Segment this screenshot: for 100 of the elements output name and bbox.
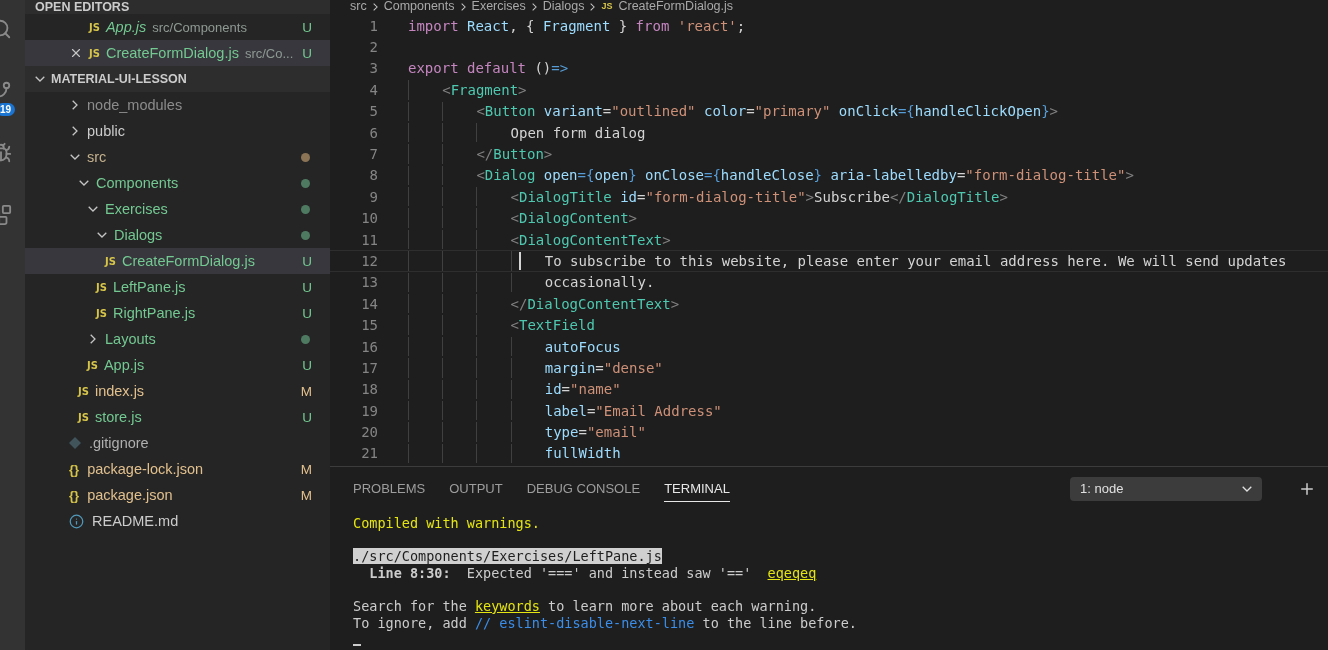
folder-name: Layouts xyxy=(105,331,156,347)
section-header[interactable]: OPEN EDITORS xyxy=(25,0,330,14)
breadcrumb-item[interactable]: Exercises xyxy=(471,0,526,13)
file-name: CreateFormDialog.js xyxy=(121,253,255,269)
panel-tab[interactable]: PROBLEMS xyxy=(353,475,426,502)
line-number: 18 xyxy=(360,381,379,398)
tree-item[interactable]: src xyxy=(25,144,330,170)
tree-item[interactable]: JS index.js M xyxy=(25,378,330,404)
code-line: <TextField xyxy=(510,317,595,334)
line-number: 11 xyxy=(360,231,379,248)
code-line: <Button variant="outlined" color="primary" onClick={handleClickOpen}> xyxy=(476,103,1059,120)
tree-item[interactable]: Dialogs xyxy=(25,222,330,248)
tree-item[interactable]: README.md xyxy=(25,508,330,534)
tree-item[interactable]: {} package.json M xyxy=(25,482,330,508)
terminal-line: Search for the keywords to learn more about each warning. xyxy=(353,597,818,615)
diamond-icon xyxy=(69,437,81,449)
code-line: <DialogContentText> xyxy=(510,231,671,248)
folder-name: Components xyxy=(96,175,179,191)
js-file-icon: JS xyxy=(96,307,107,319)
terminal-line: Line 8:30: Expected '===' and instead saw '==' eqeqeq xyxy=(368,564,818,582)
git-status: U xyxy=(302,357,312,373)
terminal-link[interactable]: keywords xyxy=(474,597,540,614)
code-line: id="name" xyxy=(544,381,621,398)
git-status: U xyxy=(302,45,312,61)
panel-tab[interactable]: OUTPUT xyxy=(449,475,503,502)
terminal-select[interactable]: 1: node xyxy=(1070,476,1262,501)
git-status: U xyxy=(302,279,312,295)
file-name: store.js xyxy=(94,409,142,425)
chevron-right-icon xyxy=(460,2,466,11)
line-number: 19 xyxy=(360,402,379,419)
terminal-link[interactable]: eqeqeq xyxy=(767,564,817,581)
line-number: 8 xyxy=(368,167,379,184)
line-number: 4 xyxy=(368,81,379,98)
js-file-icon: JS xyxy=(96,281,107,293)
line-number: 5 xyxy=(368,103,379,120)
line-number: 1 xyxy=(368,17,379,34)
tree-item[interactable]: JS LeftPane.js U xyxy=(25,274,330,300)
panel-tab[interactable]: TERMINAL xyxy=(664,475,730,502)
tree-item[interactable]: node_modules xyxy=(25,92,330,118)
line-number: 9 xyxy=(368,188,379,205)
tree-item[interactable]: {} package-lock.json M xyxy=(25,456,330,482)
line-number: 6 xyxy=(368,124,379,141)
text-cursor xyxy=(518,251,521,270)
tree-item[interactable]: JS RightPane.js U xyxy=(25,300,330,326)
breadcrumb-item[interactable]: src xyxy=(350,0,367,13)
folder-name: Exercises xyxy=(105,201,168,217)
code-line: To subscribe to this website, please enter your email address here. We will send updates xyxy=(544,252,1287,269)
open-editor-item[interactable]: JS App.js src/Components U xyxy=(25,14,330,40)
chevron-down-icon xyxy=(1242,485,1252,492)
line-number: 13 xyxy=(360,274,379,291)
file-path: src/Co... xyxy=(244,45,294,61)
code-line: <Dialog open={open} onClose={handleClose} aria-labelledby="form-dialog-title"> xyxy=(476,167,1134,184)
file-name: package.json xyxy=(87,487,173,503)
file-name: index.js xyxy=(94,383,145,399)
tree-item[interactable]: Exercises xyxy=(25,196,330,222)
file-path: src/Components xyxy=(152,19,247,35)
tree-item[interactable]: JS store.js U xyxy=(25,404,330,430)
tree-item[interactable]: .gitignore xyxy=(25,430,330,456)
line-number: 12 xyxy=(360,252,379,269)
breadcrumb-item[interactable]: CreateFormDialog.js xyxy=(618,0,734,13)
file-name: RightPane.js xyxy=(112,305,196,321)
js-file-icon: JS xyxy=(105,255,116,267)
terminal-cursor xyxy=(353,644,361,646)
chevron-right-icon xyxy=(372,2,378,11)
code-line: margin="dense" xyxy=(544,359,663,376)
close-icon[interactable] xyxy=(69,46,83,60)
code-line: import React, { Fragment } from 'react'; xyxy=(408,17,746,34)
tree-item[interactable]: JS CreateFormDialog.js U xyxy=(25,248,330,274)
code-line: </DialogContentText> xyxy=(510,295,680,312)
git-status: M xyxy=(300,487,312,503)
file-name: README.md xyxy=(92,513,179,529)
git-status: M xyxy=(300,383,312,399)
breadcrumb-item[interactable]: Components xyxy=(383,0,455,13)
git-status: M xyxy=(300,461,312,477)
git-status: U xyxy=(302,409,312,425)
folder-name: node_modules xyxy=(87,97,183,113)
js-file-icon: JS xyxy=(89,47,100,59)
code-line: type="email" xyxy=(544,424,646,441)
terminal-line: Compiled with warnings. xyxy=(353,514,541,532)
tree-item[interactable]: JS App.js U xyxy=(25,352,330,378)
panel-tab[interactable]: DEBUG CONSOLE xyxy=(526,475,641,502)
code-line: <DialogTitle id="form-dialog-title">Subscribe</DialogTitle> xyxy=(510,188,1008,205)
file-name: .gitignore xyxy=(89,435,149,451)
tree-item[interactable]: Layouts xyxy=(25,326,330,352)
breadcrumb-item[interactable]: Dialogs xyxy=(542,0,585,13)
git-status: U xyxy=(302,253,312,269)
terminal-line: To ignore, add // eslint-disable-next-line to the line before. xyxy=(353,614,858,632)
code-line: fullWidth xyxy=(544,445,621,462)
file-name: package-lock.json xyxy=(87,461,204,477)
info-icon xyxy=(69,513,84,529)
open-editor-item[interactable]: JS CreateFormDialog.js src/Co... U xyxy=(25,40,330,66)
git-status: U xyxy=(302,19,312,35)
section-header[interactable]: MATERIAL-UI-LESSON xyxy=(25,66,330,92)
folder-name: src xyxy=(87,149,107,165)
line-number: 15 xyxy=(360,317,379,334)
file-name: CreateFormDialog.js xyxy=(105,45,239,61)
tree-item[interactable]: Components xyxy=(25,170,330,196)
tree-item[interactable]: public xyxy=(25,118,330,144)
file-name: LeftPane.js xyxy=(112,279,186,295)
line-number: 21 xyxy=(360,445,379,462)
